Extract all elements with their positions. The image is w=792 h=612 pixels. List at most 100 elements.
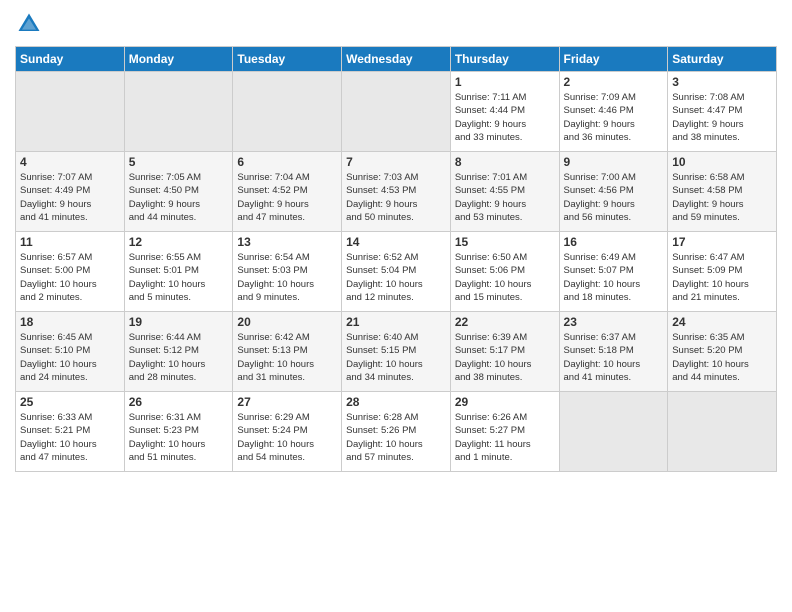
day-cell [668, 392, 777, 472]
day-number: 24 [672, 315, 772, 329]
day-info: Sunrise: 7:08 AM Sunset: 4:47 PM Dayligh… [672, 91, 772, 144]
day-info: Sunrise: 6:50 AM Sunset: 5:06 PM Dayligh… [455, 251, 555, 304]
day-cell: 27 Sunrise: 6:29 AM Sunset: 5:24 PM Dayli… [233, 392, 342, 472]
day-cell: 4 Sunrise: 7:07 AM Sunset: 4:49 PM Daylig… [16, 152, 125, 232]
day-info: Sunrise: 7:05 AM Sunset: 4:50 PM Dayligh… [129, 171, 229, 224]
day-cell: 22 Sunrise: 6:39 AM Sunset: 5:17 PM Dayli… [450, 312, 559, 392]
col-sunday: Sunday [16, 47, 125, 72]
day-cell: 11 Sunrise: 6:57 AM Sunset: 5:00 PM Dayli… [16, 232, 125, 312]
week-row-1: 1 Sunrise: 7:11 AM Sunset: 4:44 PM Daylig… [16, 72, 777, 152]
day-number: 7 [346, 155, 446, 169]
day-info: Sunrise: 7:07 AM Sunset: 4:49 PM Dayligh… [20, 171, 120, 224]
day-number: 1 [455, 75, 555, 89]
day-number: 9 [564, 155, 664, 169]
day-cell [233, 72, 342, 152]
day-cell [124, 72, 233, 152]
day-cell: 14 Sunrise: 6:52 AM Sunset: 5:04 PM Dayli… [342, 232, 451, 312]
day-info: Sunrise: 7:04 AM Sunset: 4:52 PM Dayligh… [237, 171, 337, 224]
day-number: 6 [237, 155, 337, 169]
day-number: 16 [564, 235, 664, 249]
day-number: 27 [237, 395, 337, 409]
day-info: Sunrise: 6:58 AM Sunset: 4:58 PM Dayligh… [672, 171, 772, 224]
day-cell: 20 Sunrise: 6:42 AM Sunset: 5:13 PM Dayli… [233, 312, 342, 392]
day-info: Sunrise: 6:52 AM Sunset: 5:04 PM Dayligh… [346, 251, 446, 304]
logo [15, 10, 47, 38]
day-info: Sunrise: 6:49 AM Sunset: 5:07 PM Dayligh… [564, 251, 664, 304]
day-info: Sunrise: 7:11 AM Sunset: 4:44 PM Dayligh… [455, 91, 555, 144]
day-cell: 12 Sunrise: 6:55 AM Sunset: 5:01 PM Dayli… [124, 232, 233, 312]
day-number: 3 [672, 75, 772, 89]
day-info: Sunrise: 6:39 AM Sunset: 5:17 PM Dayligh… [455, 331, 555, 384]
day-info: Sunrise: 7:03 AM Sunset: 4:53 PM Dayligh… [346, 171, 446, 224]
day-cell: 3 Sunrise: 7:08 AM Sunset: 4:47 PM Daylig… [668, 72, 777, 152]
day-number: 15 [455, 235, 555, 249]
day-info: Sunrise: 6:54 AM Sunset: 5:03 PM Dayligh… [237, 251, 337, 304]
week-row-3: 11 Sunrise: 6:57 AM Sunset: 5:00 PM Dayli… [16, 232, 777, 312]
day-number: 2 [564, 75, 664, 89]
day-info: Sunrise: 6:29 AM Sunset: 5:24 PM Dayligh… [237, 411, 337, 464]
day-info: Sunrise: 6:47 AM Sunset: 5:09 PM Dayligh… [672, 251, 772, 304]
page: Sunday Monday Tuesday Wednesday Thursday… [0, 0, 792, 482]
day-number: 18 [20, 315, 120, 329]
day-number: 19 [129, 315, 229, 329]
day-info: Sunrise: 6:45 AM Sunset: 5:10 PM Dayligh… [20, 331, 120, 384]
col-friday: Friday [559, 47, 668, 72]
day-number: 14 [346, 235, 446, 249]
day-cell: 7 Sunrise: 7:03 AM Sunset: 4:53 PM Daylig… [342, 152, 451, 232]
day-cell: 23 Sunrise: 6:37 AM Sunset: 5:18 PM Dayli… [559, 312, 668, 392]
header [15, 10, 777, 38]
day-cell: 21 Sunrise: 6:40 AM Sunset: 5:15 PM Dayli… [342, 312, 451, 392]
week-row-2: 4 Sunrise: 7:07 AM Sunset: 4:49 PM Daylig… [16, 152, 777, 232]
day-number: 28 [346, 395, 446, 409]
col-monday: Monday [124, 47, 233, 72]
day-info: Sunrise: 6:26 AM Sunset: 5:27 PM Dayligh… [455, 411, 555, 464]
week-row-5: 25Sunrise: 6:33 AM Sunset: 5:21 PM Dayli… [16, 392, 777, 472]
day-cell: 25Sunrise: 6:33 AM Sunset: 5:21 PM Dayli… [16, 392, 125, 472]
day-number: 29 [455, 395, 555, 409]
day-cell: 13 Sunrise: 6:54 AM Sunset: 5:03 PM Dayli… [233, 232, 342, 312]
day-info: Sunrise: 7:09 AM Sunset: 4:46 PM Dayligh… [564, 91, 664, 144]
day-cell [16, 72, 125, 152]
day-number: 17 [672, 235, 772, 249]
col-thursday: Thursday [450, 47, 559, 72]
day-cell: 9 Sunrise: 7:00 AM Sunset: 4:56 PM Daylig… [559, 152, 668, 232]
day-number: 13 [237, 235, 337, 249]
day-info: Sunrise: 6:31 AM Sunset: 5:23 PM Dayligh… [129, 411, 229, 464]
day-cell: 19Sunrise: 6:44 AM Sunset: 5:12 PM Dayli… [124, 312, 233, 392]
day-info: Sunrise: 6:37 AM Sunset: 5:18 PM Dayligh… [564, 331, 664, 384]
day-cell [559, 392, 668, 472]
day-cell: 17 Sunrise: 6:47 AM Sunset: 5:09 PM Dayli… [668, 232, 777, 312]
day-info: Sunrise: 6:40 AM Sunset: 5:15 PM Dayligh… [346, 331, 446, 384]
day-cell: 16 Sunrise: 6:49 AM Sunset: 5:07 PM Dayli… [559, 232, 668, 312]
day-info: Sunrise: 6:28 AM Sunset: 5:26 PM Dayligh… [346, 411, 446, 464]
day-number: 12 [129, 235, 229, 249]
day-cell: 18 Sunrise: 6:45 AM Sunset: 5:10 PM Dayli… [16, 312, 125, 392]
day-number: 20 [237, 315, 337, 329]
day-number: 23 [564, 315, 664, 329]
day-cell: 29 Sunrise: 6:26 AM Sunset: 5:27 PM Dayli… [450, 392, 559, 472]
day-cell: 24 Sunrise: 6:35 AM Sunset: 5:20 PM Dayli… [668, 312, 777, 392]
day-number: 22 [455, 315, 555, 329]
day-info: Sunrise: 6:42 AM Sunset: 5:13 PM Dayligh… [237, 331, 337, 384]
header-row: Sunday Monday Tuesday Wednesday Thursday… [16, 47, 777, 72]
col-saturday: Saturday [668, 47, 777, 72]
day-info: Sunrise: 6:57 AM Sunset: 5:00 PM Dayligh… [20, 251, 120, 304]
day-info: Sunrise: 7:01 AM Sunset: 4:55 PM Dayligh… [455, 171, 555, 224]
day-number: 4 [20, 155, 120, 169]
col-wednesday: Wednesday [342, 47, 451, 72]
day-info: Sunrise: 6:33 AM Sunset: 5:21 PM Dayligh… [20, 411, 120, 464]
day-number: 11 [20, 235, 120, 249]
logo-icon [15, 10, 43, 38]
calendar-table: Sunday Monday Tuesday Wednesday Thursday… [15, 46, 777, 472]
day-number: 21 [346, 315, 446, 329]
day-number: 10 [672, 155, 772, 169]
day-info: Sunrise: 7:00 AM Sunset: 4:56 PM Dayligh… [564, 171, 664, 224]
day-cell: 5 Sunrise: 7:05 AM Sunset: 4:50 PM Daylig… [124, 152, 233, 232]
day-cell: 8Sunrise: 7:01 AM Sunset: 4:55 PM Daylig… [450, 152, 559, 232]
day-number: 5 [129, 155, 229, 169]
day-info: Sunrise: 6:35 AM Sunset: 5:20 PM Dayligh… [672, 331, 772, 384]
day-cell: 6 Sunrise: 7:04 AM Sunset: 4:52 PM Daylig… [233, 152, 342, 232]
week-row-4: 18 Sunrise: 6:45 AM Sunset: 5:10 PM Dayli… [16, 312, 777, 392]
day-info: Sunrise: 6:55 AM Sunset: 5:01 PM Dayligh… [129, 251, 229, 304]
day-cell: 26Sunrise: 6:31 AM Sunset: 5:23 PM Dayli… [124, 392, 233, 472]
